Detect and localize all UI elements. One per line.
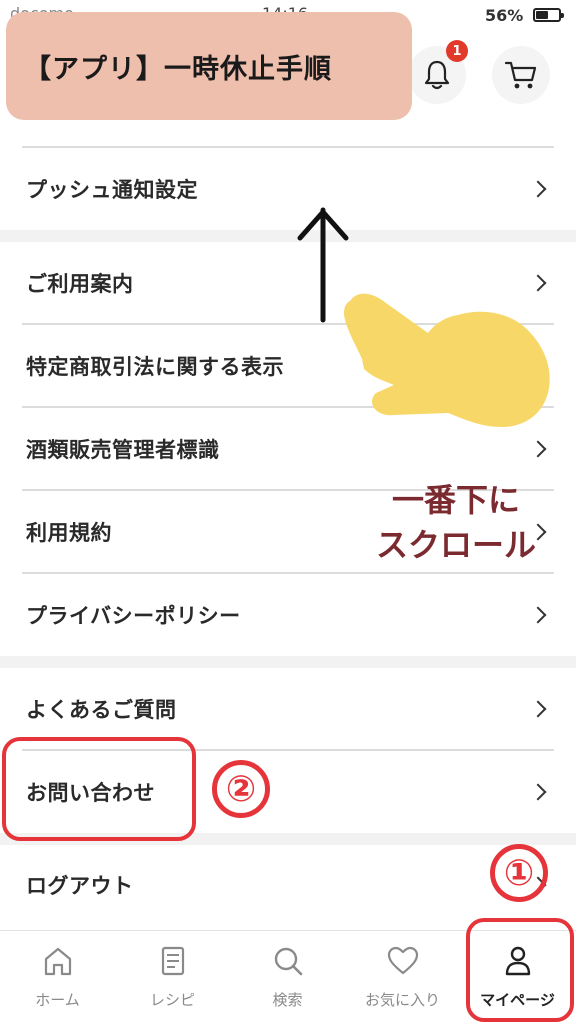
tab-favorites[interactable]: お気に入り (345, 931, 460, 1024)
highlight-mypage (466, 918, 574, 1022)
step-one-marker: ① (490, 844, 548, 902)
page-title: 【アプリ】一時休止手順 (24, 53, 332, 85)
bell-icon (424, 60, 450, 90)
scroll-instruction-line: スクロール (375, 526, 536, 564)
notification-badge: 1 (446, 40, 468, 62)
menu-label: 利用規約 (26, 521, 112, 545)
chevron-right-icon (529, 606, 547, 624)
tab-home[interactable]: ホーム (0, 931, 115, 1024)
menu-label: 特定商取引法に関する表示 (26, 355, 284, 379)
scroll-instruction-line: 一番下に (391, 481, 520, 519)
menu-label: ご利用案内 (26, 272, 134, 296)
tab-search[interactable]: 検索 (230, 931, 345, 1024)
tab-recipe[interactable]: レシピ (115, 931, 230, 1024)
tab-label: ホーム (35, 991, 80, 1009)
notifications-button[interactable]: 1 (408, 40, 468, 104)
menu-label: プライバシーポリシー (26, 604, 241, 628)
highlight-contact (2, 737, 196, 841)
title-banner: 【アプリ】一時休止手順 (6, 12, 412, 120)
recipe-icon (161, 946, 184, 976)
chevron-right-icon (529, 700, 547, 718)
section-gap (0, 656, 576, 668)
step-two-marker: ② (212, 760, 270, 818)
tab-label: レシピ (149, 991, 195, 1009)
menu-item-privacy[interactable]: プライバシーポリシー (0, 574, 576, 656)
chevron-right-icon (529, 180, 547, 198)
tab-label: 検索 (272, 991, 303, 1009)
home-icon (44, 947, 71, 976)
scroll-instruction: 一番下に スクロール (366, 478, 546, 568)
menu-label: よくあるご質問 (26, 698, 177, 722)
menu-item-logout[interactable]: ログアウト (0, 845, 576, 925)
section-gap (0, 230, 576, 242)
chevron-right-icon (529, 440, 547, 458)
menu-label: 酒類販売管理者標識 (26, 438, 220, 462)
heart-icon (387, 946, 418, 975)
menu-item-push-settings[interactable]: プッシュ通知設定 (0, 148, 576, 230)
pointing-hand-icon (344, 293, 550, 427)
search-icon (274, 947, 302, 976)
app-header: 1 【アプリ】一時休止手順 (0, 0, 576, 140)
menu-label: プッシュ通知設定 (26, 178, 198, 202)
chevron-right-icon (529, 783, 547, 801)
cart-icon (504, 61, 537, 89)
tab-label: お気に入り (364, 991, 440, 1009)
cart-button[interactable] (492, 46, 550, 104)
menu-label: ログアウト (26, 874, 134, 898)
